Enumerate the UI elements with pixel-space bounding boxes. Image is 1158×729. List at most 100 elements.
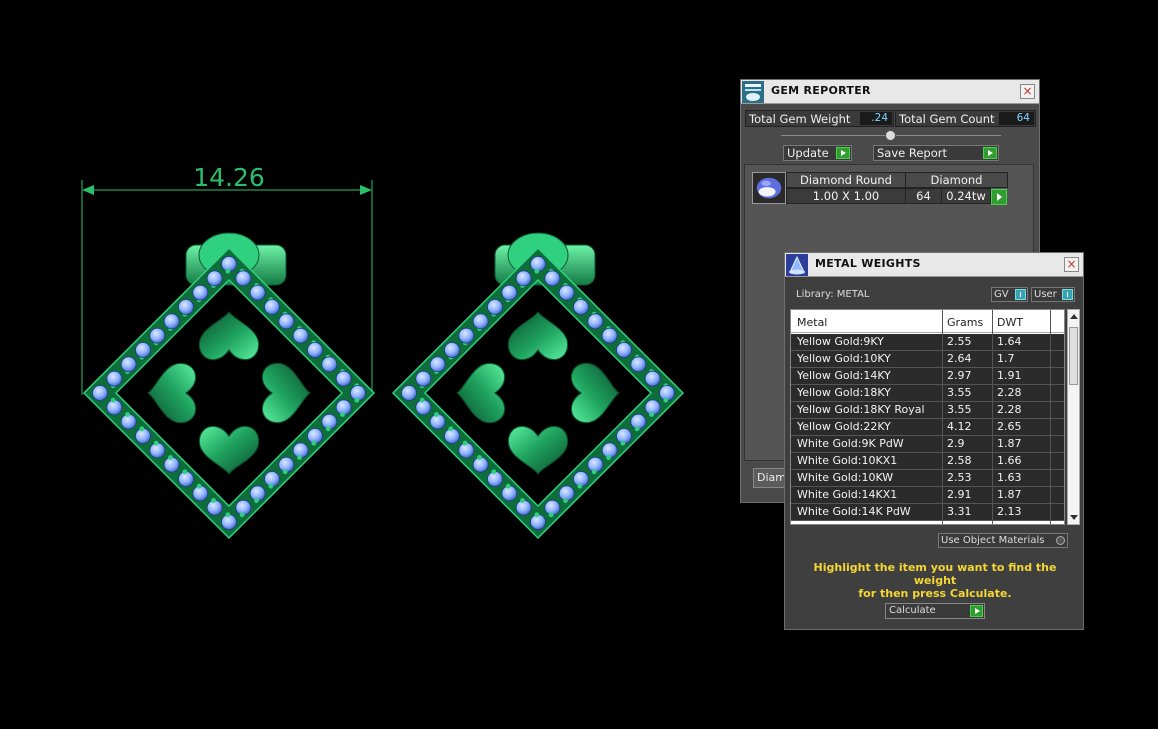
- prong: [563, 498, 568, 503]
- use-object-materials-option[interactable]: Use Object Materials: [938, 533, 1068, 548]
- metal-name-cell: Yellow Gold:9KY: [797, 335, 884, 348]
- round-diamond: [515, 270, 532, 287]
- dwt-cell: 1.63: [997, 471, 1022, 484]
- scroll-down-icon[interactable]: [1070, 515, 1078, 520]
- gv-toggle[interactable]: GV: [991, 287, 1028, 302]
- prong: [477, 455, 482, 460]
- table-header: Metal Grams DWT: [791, 310, 1064, 333]
- grams-cell: 3.31: [947, 505, 972, 518]
- table-row[interactable]: Yellow Gold:18KY Royal 3.55 2.28: [791, 402, 1064, 419]
- gem-reporter-titlebar[interactable]: GEM REPORTER ×: [741, 80, 1039, 104]
- earring-left[interactable]: [82, 232, 376, 540]
- column-header-grams[interactable]: Grams: [947, 316, 983, 329]
- metal-name-cell: White Gold:10KX1: [797, 454, 898, 467]
- hint-line-2: for then press Calculate.: [858, 587, 1012, 600]
- calculate-button[interactable]: Calculate: [885, 603, 985, 619]
- prong: [139, 426, 145, 432]
- grams-cell: 2.97: [947, 369, 972, 382]
- gem-row-play-button[interactable]: [991, 189, 1007, 205]
- prong: [534, 512, 540, 518]
- earring-frame: [82, 246, 376, 540]
- prong: [434, 412, 439, 417]
- metal-weights-close-button[interactable]: ×: [1064, 257, 1079, 272]
- prong: [153, 440, 159, 446]
- scroll-thumb[interactable]: [1069, 327, 1078, 385]
- toggle-icon: [1015, 289, 1026, 300]
- dwt-cell: 2.28: [997, 386, 1022, 399]
- table-row[interactable]: Yellow Gold:18KY 3.55 2.28: [791, 385, 1064, 402]
- table-row[interactable]: White Gold:14K PdW 3.31 2.13: [791, 504, 1064, 521]
- metal-name-cell: Yellow Gold:10KY: [797, 352, 891, 365]
- earring-right[interactable]: [391, 232, 685, 540]
- round-diamond: [92, 385, 108, 401]
- gem-reporter-close-button[interactable]: ×: [1020, 84, 1035, 99]
- round-diamond: [587, 313, 604, 330]
- round-diamond: [544, 270, 561, 287]
- metal-name-cell: Yellow Gold:14KY: [797, 369, 891, 382]
- user-toggle[interactable]: User: [1031, 287, 1075, 302]
- dwt-cell: 2.65: [997, 420, 1022, 433]
- round-diamond: [264, 299, 280, 315]
- metal-weights-titlebar[interactable]: METAL WEIGHTS ×: [785, 253, 1083, 277]
- round-diamond-icon: [756, 177, 782, 199]
- prong: [491, 469, 497, 475]
- prong: [606, 455, 611, 460]
- grams-cell: 2.64: [947, 352, 972, 365]
- table-row[interactable]: White Gold:10KX1 2.58 1.66: [791, 453, 1064, 470]
- panel-collapse-knob[interactable]: [885, 130, 896, 141]
- round-diamond: [630, 356, 647, 373]
- table-row[interactable]: Yellow Gold:9KY 2.55 1.64: [791, 334, 1064, 351]
- prong: [211, 498, 216, 503]
- prong: [634, 426, 640, 432]
- prong: [325, 426, 331, 432]
- prong: [225, 512, 231, 518]
- column-divider: [1050, 310, 1051, 524]
- update-button[interactable]: Update: [783, 145, 852, 161]
- table-body: Yellow Gold:9KY 2.55 1.64 Yellow Gold:10KY 2…: [791, 334, 1064, 521]
- round-diamond: [415, 370, 432, 387]
- table-scrollbar[interactable]: [1067, 309, 1080, 525]
- heart-charm: [198, 311, 260, 361]
- gem-reporter-icon: [742, 81, 764, 103]
- table-row[interactable]: Yellow Gold:14KY 2.97 1.91: [791, 368, 1064, 385]
- play-arrow-icon: [836, 147, 850, 159]
- play-arrow-icon: [983, 147, 997, 159]
- total-gem-weight-label: Total Gem Weight: [749, 112, 851, 126]
- table-row[interactable]: Yellow Gold:10KY 2.64 1.7: [791, 351, 1064, 368]
- gem-reporter-title: GEM REPORTER: [771, 84, 871, 97]
- table-row[interactable]: White Gold:14KX1 2.91 1.87: [791, 487, 1064, 504]
- prong: [168, 455, 173, 460]
- round-diamond: [135, 342, 151, 358]
- prong: [448, 426, 454, 432]
- column-header-metal[interactable]: Metal: [797, 316, 827, 329]
- metal-name-cell: White Gold:14KX1: [797, 488, 898, 501]
- metal-name-cell: White Gold:9K PdW: [797, 437, 904, 450]
- toggle-icon: [1062, 289, 1073, 300]
- round-diamond: [429, 356, 446, 373]
- dwt-cell: 1.64: [997, 335, 1022, 348]
- round-diamond: [106, 370, 123, 387]
- gem-size-cell: 1.00 X 1.00: [786, 188, 906, 204]
- save-report-button[interactable]: Save Report: [873, 145, 999, 161]
- gem-thumbnail[interactable]: [752, 172, 786, 204]
- grams-cell: 2.91: [947, 488, 972, 501]
- gv-toggle-label: GV: [994, 289, 1009, 300]
- round-diamond: [401, 385, 417, 401]
- table-row[interactable]: Yellow Gold:22KY 4.12 2.65: [791, 419, 1064, 436]
- prong: [182, 469, 188, 475]
- round-diamond: [601, 327, 618, 344]
- table-row[interactable]: White Gold:10KW 2.53 1.63: [791, 470, 1064, 487]
- column-divider: [992, 310, 993, 524]
- table-row[interactable]: White Gold:9K PdW 2.9 1.87: [791, 436, 1064, 453]
- dimension-label: 14.26: [193, 163, 265, 192]
- total-gem-count-label: Total Gem Count: [899, 112, 995, 126]
- prong: [340, 412, 345, 417]
- grams-cell: 4.12: [947, 420, 972, 433]
- column-header-dwt[interactable]: DWT: [997, 316, 1023, 329]
- round-diamond: [249, 284, 266, 301]
- scroll-up-icon[interactable]: [1070, 314, 1078, 319]
- metal-name-cell: White Gold:10KW: [797, 471, 894, 484]
- grams-cell: 2.9: [947, 437, 965, 450]
- heart-charm: [147, 362, 197, 424]
- total-gem-count-value: 64: [999, 112, 1034, 125]
